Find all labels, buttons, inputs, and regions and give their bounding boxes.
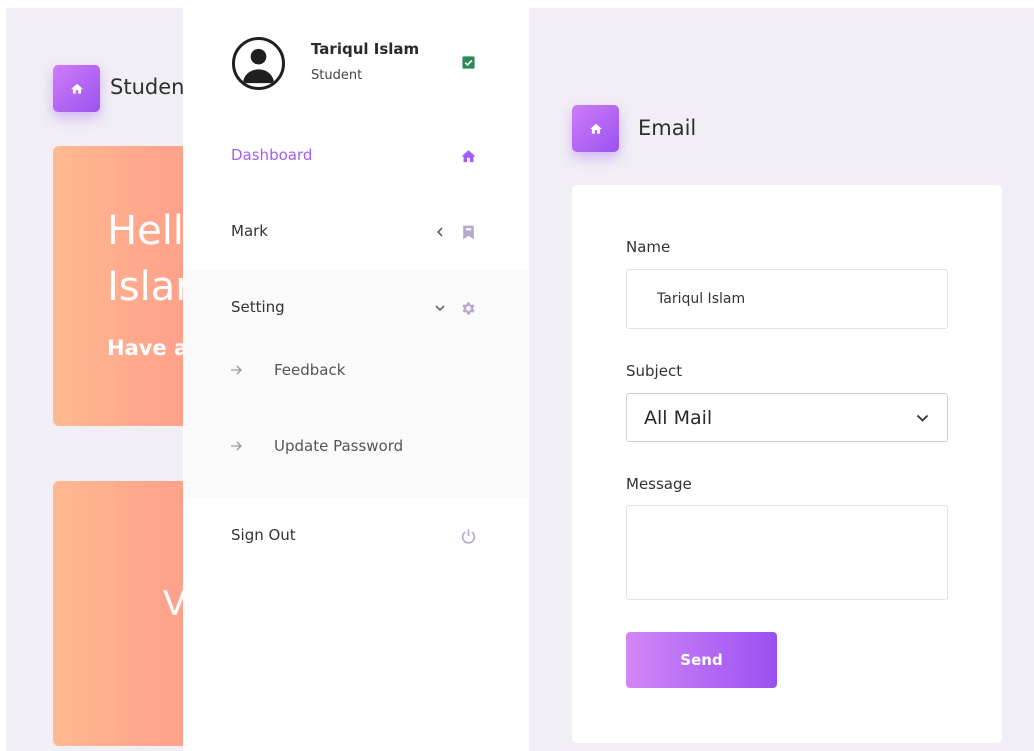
sidebar-item-setting[interactable]: Setting bbox=[183, 288, 529, 328]
sidebar-item-label: Dashboard bbox=[231, 146, 313, 164]
sidebar-item-dashboard[interactable]: Dashboard bbox=[183, 136, 529, 176]
page-title: Email bbox=[638, 116, 697, 140]
home-icon bbox=[589, 123, 602, 134]
sidebar-subitem-feedback[interactable]: Feedback bbox=[183, 353, 529, 389]
name-input[interactable] bbox=[626, 269, 948, 329]
sidebar-subitem-update-password[interactable]: Update Password bbox=[183, 429, 529, 465]
arrow-right-icon bbox=[231, 365, 242, 375]
sidebar-item-label: Setting bbox=[231, 298, 285, 316]
sidebar-subitem-label: Update Password bbox=[274, 437, 404, 455]
user-role: Student bbox=[311, 68, 363, 83]
power-icon bbox=[461, 529, 476, 544]
subject-label: Subject bbox=[626, 362, 683, 380]
hero-greeting: Hell bbox=[107, 208, 184, 254]
user-avatar-icon bbox=[242, 48, 275, 84]
subject-select[interactable]: All Mail bbox=[626, 393, 948, 442]
hero-name: Islar bbox=[107, 264, 192, 310]
chevron-down-icon bbox=[916, 414, 929, 422]
name-label: Name bbox=[626, 238, 671, 256]
email-home-badge bbox=[572, 105, 619, 152]
home-icon bbox=[70, 83, 83, 94]
home-icon bbox=[461, 150, 476, 163]
home-badge bbox=[53, 65, 100, 112]
sidebar-item-label: Sign Out bbox=[231, 526, 296, 544]
hero-subtext: Have a bbox=[107, 336, 189, 360]
arrow-right-icon bbox=[231, 441, 242, 451]
sidebar-item-label: Mark bbox=[231, 222, 268, 240]
background-page-title: Studen bbox=[110, 75, 185, 99]
bookmark-icon bbox=[463, 225, 474, 240]
chevron-left-icon bbox=[436, 227, 443, 237]
message-input[interactable] bbox=[626, 505, 948, 600]
gear-icon bbox=[462, 302, 475, 315]
sidebar-item-sign-out[interactable]: Sign Out bbox=[183, 516, 529, 556]
sidebar-item-mark[interactable]: Mark bbox=[183, 212, 529, 252]
verified-badge-icon bbox=[462, 56, 475, 69]
send-button[interactable]: Send bbox=[626, 632, 777, 688]
chevron-down-icon bbox=[435, 305, 445, 312]
avatar[interactable] bbox=[232, 37, 285, 90]
message-label: Message bbox=[626, 475, 692, 493]
sidebar-subitem-label: Feedback bbox=[274, 361, 346, 379]
subject-select-value: All Mail bbox=[644, 407, 713, 429]
user-name: Tariqul Islam bbox=[311, 40, 420, 58]
